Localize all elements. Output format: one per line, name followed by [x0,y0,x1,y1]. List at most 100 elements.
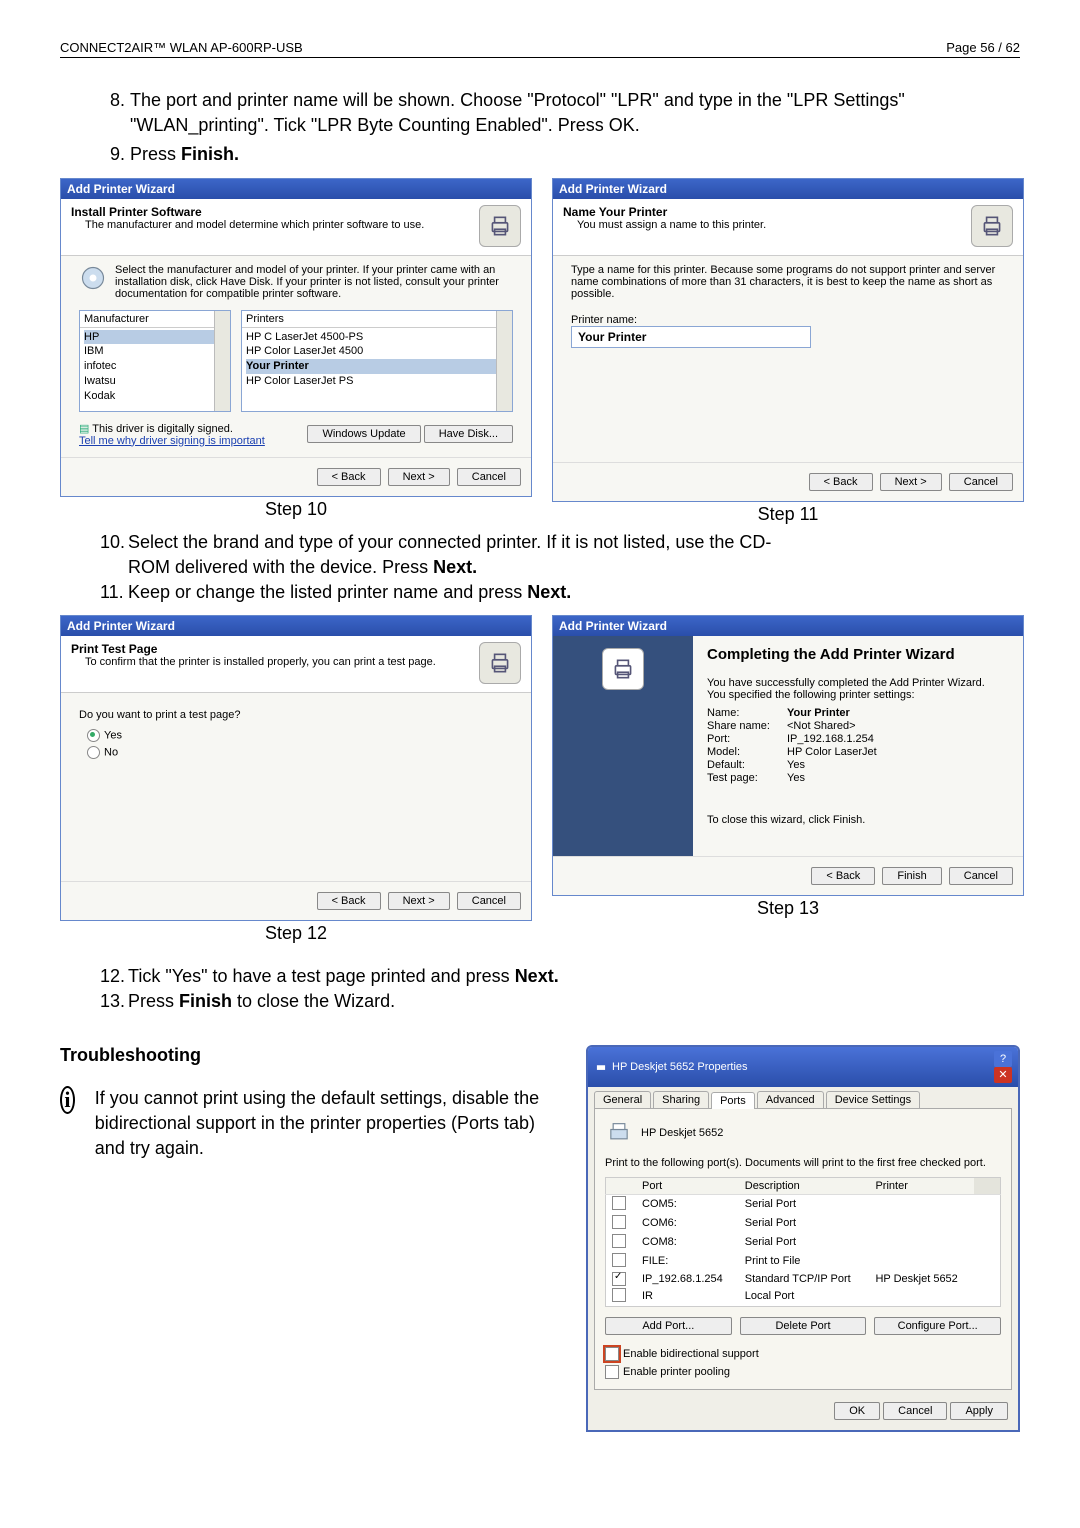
list-item[interactable]: HP C LaserJet 4500-PS [246,330,508,345]
back-button[interactable]: < Back [317,892,381,910]
printer-icon [479,205,521,247]
tab-device-settings[interactable]: Device Settings [826,1091,920,1108]
table-row[interactable]: COM6:Serial Port [606,1214,1001,1233]
close-button[interactable]: ✕ [994,1067,1012,1083]
table-row[interactable]: FILE:Print to File [606,1252,1001,1271]
port-checkbox[interactable] [612,1234,626,1248]
port-printer [869,1194,974,1214]
dlg-head-title: Name Your Printer [563,205,766,219]
manufacturer-list[interactable]: Manufacturer HP IBM infotec Iwatsu Kodak [79,310,231,412]
finish-button[interactable]: Finish [882,867,941,885]
page-header: CONNECT2AIR™ WLAN AP-600RP-USB Page 56 /… [60,40,1020,58]
dialog-title: Add Printer Wizard [553,616,1023,636]
list-item[interactable]: HP Color LaserJet 4500 [246,344,508,359]
signing-link[interactable]: Tell me why driver signing is important [79,435,265,447]
dialog-step10: Add Printer Wizard Install Printer Softw… [60,178,532,497]
radio-no[interactable]: No [87,746,513,759]
help-button[interactable]: ? [994,1051,1012,1067]
step-caption: Step 13 [552,898,1024,919]
port-name: IR [636,1287,739,1307]
printer-icon [594,1060,608,1074]
printer-icon [479,642,521,684]
port-desc: Serial Port [739,1194,870,1214]
tab-ports[interactable]: Ports [711,1092,755,1109]
table-row[interactable]: COM5:Serial Port [606,1194,1001,1214]
close-hint: To close this wizard, click Finish. [707,814,1009,826]
delete-port-button[interactable]: Delete Port [740,1317,867,1335]
printers-list[interactable]: Printers HP C LaserJet 4500-PS HP Color … [241,310,513,412]
port-printer [869,1214,974,1233]
printer-icon [602,648,644,690]
next-button[interactable]: Next > [388,468,450,486]
scrollbar[interactable] [214,311,230,411]
list-item[interactable]: IBM [84,344,226,359]
port-checkbox[interactable] [612,1196,626,1210]
port-checkbox[interactable] [612,1253,626,1267]
cancel-button[interactable]: Cancel [949,867,1013,885]
dialog-title: Add Printer Wizard [61,616,531,636]
list-item[interactable]: infotec [84,359,226,374]
instructions-12-13: 12.Tick "Yes" to have a test page printe… [100,964,1020,1014]
instruction-list-top: The port and printer name will be shown.… [60,88,1020,168]
port-desc: Print to File [739,1252,870,1271]
back-button[interactable]: < Back [809,473,873,491]
tab-general[interactable]: General [594,1091,651,1108]
cancel-button[interactable]: Cancel [457,468,521,486]
list-item[interactable]: Kodak [84,389,226,404]
have-disk-button[interactable]: Have Disk... [424,425,513,443]
cancel-button[interactable]: Cancel [883,1402,947,1420]
port-checkbox[interactable] [612,1215,626,1229]
add-port-button[interactable]: Add Port... [605,1317,732,1335]
cancel-button[interactable]: Cancel [457,892,521,910]
table-row[interactable]: IRLocal Port [606,1287,1001,1307]
configure-port-button[interactable]: Configure Port... [874,1317,1001,1335]
list-item[interactable]: HP [84,330,226,345]
dialog-title: Add Printer Wizard [553,179,1023,199]
radio-yes[interactable]: Yes [87,729,513,742]
enable-bidirectional-checkbox[interactable]: Enable bidirectional support [605,1347,1001,1361]
windows-update-button[interactable]: Windows Update [307,425,420,443]
ports-table: Port Description Printer COM5:Serial Por… [605,1177,1001,1307]
scrollbar[interactable] [496,311,512,411]
step-caption: Step 11 [552,504,1024,525]
next-button[interactable]: Next > [388,892,450,910]
shield-icon: ▤ [79,423,89,435]
cancel-button[interactable]: Cancel [949,473,1013,491]
port-desc: Local Port [739,1287,870,1307]
dialog-title: Add Printer Wizard [61,179,531,199]
tab-sharing[interactable]: Sharing [653,1091,709,1108]
table-row[interactable]: COM8:Serial Port [606,1233,1001,1252]
port-name: IP_192.68.1.254 [636,1271,739,1287]
dlg-head-sub: To confirm that the printer is installed… [71,656,436,668]
info-icon: i [60,1086,75,1114]
step-caption: Step 12 [60,923,532,944]
list-item[interactable]: Your Printer [246,359,508,374]
enable-pooling-checkbox[interactable]: Enable printer pooling [605,1365,1001,1379]
port-printer: HP Deskjet 5652 [869,1271,974,1287]
dlg-head-title: Install Printer Software [71,205,424,219]
signed-text: This driver is digitally signed. [92,423,233,435]
list-item[interactable]: Iwatsu [84,374,226,389]
header-right: Page 56 / 62 [946,40,1020,55]
port-checkbox[interactable] [612,1272,626,1286]
back-button[interactable]: < Back [317,468,381,486]
port-printer [869,1252,974,1271]
port-desc: Serial Port [739,1233,870,1252]
list-item[interactable]: HP Color LaserJet PS [246,374,508,389]
ok-button[interactable]: OK [834,1402,880,1420]
dialog-step11: Add Printer Wizard Name Your Printer You… [552,178,1024,502]
apply-button[interactable]: Apply [950,1402,1008,1420]
back-button[interactable]: < Back [811,867,875,885]
dlg-head-sub: You must assign a name to this printer. [563,219,766,231]
table-row[interactable]: IP_192.68.1.254Standard TCP/IP PortHP De… [606,1271,1001,1287]
port-checkbox[interactable] [612,1288,626,1302]
complete-line1: You have successfully completed the Add … [707,677,1009,689]
port-name: FILE: [636,1252,739,1271]
dlg-head-sub: The manufacturer and model determine whi… [71,219,424,231]
ports-description: Print to the following port(s). Document… [605,1157,1001,1169]
port-name: COM6: [636,1214,739,1233]
printer-name-input[interactable]: Your Printer [571,326,811,348]
tab-advanced[interactable]: Advanced [757,1091,824,1108]
next-button[interactable]: Next > [880,473,942,491]
printer-properties-dialog: HP Deskjet 5652 Properties ? ✕ General S… [586,1045,1020,1432]
